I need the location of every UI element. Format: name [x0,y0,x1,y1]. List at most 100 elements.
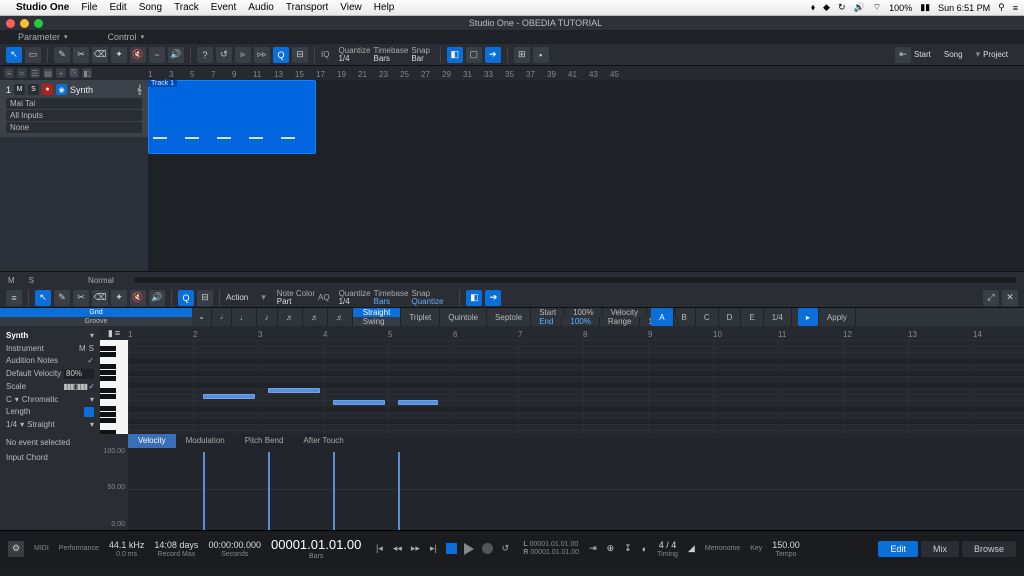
note-grid[interactable] [128,340,1024,434]
stop-button[interactable] [443,541,459,557]
ed-close-icon[interactable]: ✕ [1002,290,1018,306]
velocity-bar[interactable] [333,452,335,530]
tab-aftertouch[interactable]: After Touch [293,434,353,448]
snap-value[interactable]: Bar [411,55,423,63]
velocity-bar[interactable] [268,452,270,530]
paint-tool[interactable]: ✦ [111,47,127,63]
loop-skip-icon[interactable]: ⇥ [589,543,597,554]
goto-start-icon[interactable]: ⇤ [895,47,911,63]
note-value-64th[interactable]: ♬ [328,308,353,326]
time-bars[interactable]: 00001.01.01.00 [271,537,361,552]
automation-parameter[interactable]: Parameter [18,32,68,42]
ed-track-name[interactable]: Synth [6,331,28,340]
sync-icon[interactable]: ◆ [823,2,830,13]
start-label[interactable]: Start [914,50,931,59]
skip-icon[interactable]: ▹▹ [254,47,270,63]
track-row[interactable]: 1 M S ● ◉ Synth 𝄞 Mai Tai All Inputs Non… [0,80,148,137]
arrange-hscroll[interactable] [134,277,1016,283]
split-tool[interactable]: ✂ [73,47,89,63]
snap-mode-icon[interactable]: ▢ [466,47,482,63]
view-browse-tab[interactable]: Browse [962,541,1016,557]
divisions-septole[interactable]: Septole [487,308,531,326]
velocity-grid[interactable] [128,448,1024,530]
midi-note[interactable] [398,400,438,405]
scale-name[interactable]: Chromatic [22,395,87,404]
battery-icon[interactable]: ▮▮ [920,2,930,13]
goto-start-button[interactable]: |◂ [371,541,387,557]
wifi-icon[interactable]: ⌔ [873,2,881,13]
note-value-half[interactable]: 𝅗𝅥 [212,308,232,326]
forward-icon[interactable]: ▹ [235,47,251,63]
apply-button[interactable]: Apply [819,308,856,326]
velocity-bar[interactable] [203,452,205,530]
automation-icon[interactable]: ≈ [17,68,27,78]
ed-mute-tool[interactable]: 🔇 [130,290,146,306]
piano-keyboard[interactable] [100,340,128,434]
solo-button[interactable]: S [28,84,39,95]
arrange-lane[interactable]: 1357911131517192123252729313335373941434… [148,66,1024,271]
erase-tool[interactable]: ⌫ [92,47,108,63]
loop-button[interactable]: ↺ [497,541,513,557]
ripple-toggle[interactable]: ➔ [485,47,501,63]
project-label[interactable]: Project [983,50,1008,59]
snap-toggle[interactable]: ◧ [447,47,463,63]
q-length[interactable]: 1/4 [764,308,792,326]
arrange-timeline[interactable]: 1357911131517192123252729313335373941434… [148,66,1024,80]
autoscroll-toggle[interactable]: Q [273,47,289,63]
note-color-value[interactable]: Part [277,298,305,306]
traffic-lights[interactable] [6,19,43,28]
track-name[interactable]: Synth [70,85,134,95]
range-tool[interactable]: ▭ [25,47,41,63]
groove-tab[interactable]: Groove [0,317,192,326]
preset-d[interactable]: D [719,308,742,326]
action-menu[interactable]: Action [226,293,248,302]
timesig-value[interactable]: 4 / 4 [659,540,677,550]
divisions-triplet[interactable]: Triplet [401,308,440,326]
marker-icon[interactable]: ▪ [533,47,549,63]
zoom-icon[interactable]: ⊟ [292,47,308,63]
loop-right[interactable]: 00001.01.01.00 [530,549,579,556]
q-start-val[interactable]: 100% [565,308,602,317]
ed-timebase-value[interactable]: Bars [374,298,399,306]
preset-a[interactable]: A [651,308,673,326]
preset-e[interactable]: E [741,308,763,326]
ed-draw-tool[interactable]: ✎ [54,290,70,306]
arr-mode[interactable]: Normal [88,276,114,285]
quantize-value[interactable]: 1/4 [338,55,360,63]
divisions-swing[interactable]: Swing [353,317,401,326]
preset-c[interactable]: C [696,308,719,326]
editor-menu-icon[interactable]: ≡ [6,290,22,306]
tempo-value[interactable]: 150.00 [772,540,800,550]
menu-app[interactable]: Studio One [16,2,69,13]
divisions-straight[interactable]: Straight [353,308,401,317]
goto-end-button[interactable]: ▸| [425,541,441,557]
draw-tool[interactable]: ✎ [54,47,70,63]
note-value-32nd[interactable]: ♬ [303,308,328,326]
undo-icon[interactable]: ? [197,47,213,63]
ed-listen-tool[interactable]: 🔊 [149,290,165,306]
scale-root[interactable]: C [6,395,12,404]
ed-expand-icon[interactable]: ⤢ [983,290,999,306]
editor-timeline[interactable]: 1234567891011121314 [128,326,1024,340]
grid-tab[interactable]: Grid [0,308,192,317]
note-value-16th[interactable]: ♬ [278,308,303,326]
record-button[interactable] [479,541,495,557]
view-mix-tab[interactable]: Mix [921,541,959,557]
pianoroll-lane-toggles[interactable]: ▮≡ [100,326,128,340]
tab-pitchbend[interactable]: Pitch Bend [235,434,294,448]
volume-icon[interactable]: 🔊 [853,2,864,13]
preset-b[interactable]: B [674,308,696,326]
midi-note[interactable] [203,394,255,399]
menu-edit[interactable]: Edit [109,2,126,13]
menu-song[interactable]: Song [139,2,162,13]
length-value[interactable]: 1/4 [6,420,17,429]
ed-erase-tool[interactable]: ⌫ [92,290,108,306]
bend-tool[interactable]: ~ [149,47,165,63]
cloud-icon[interactable]: ↻ [838,2,846,13]
mute-button[interactable]: M [14,84,25,95]
tracklist-menu-icon[interactable]: ≡ [4,68,14,78]
metronome-icon[interactable]: ◢ [688,543,695,554]
ed-ripple-toggle[interactable]: ➔ [485,290,501,306]
key-label[interactable]: Key [750,545,762,552]
ed-paint-tool[interactable]: ✦ [111,290,127,306]
